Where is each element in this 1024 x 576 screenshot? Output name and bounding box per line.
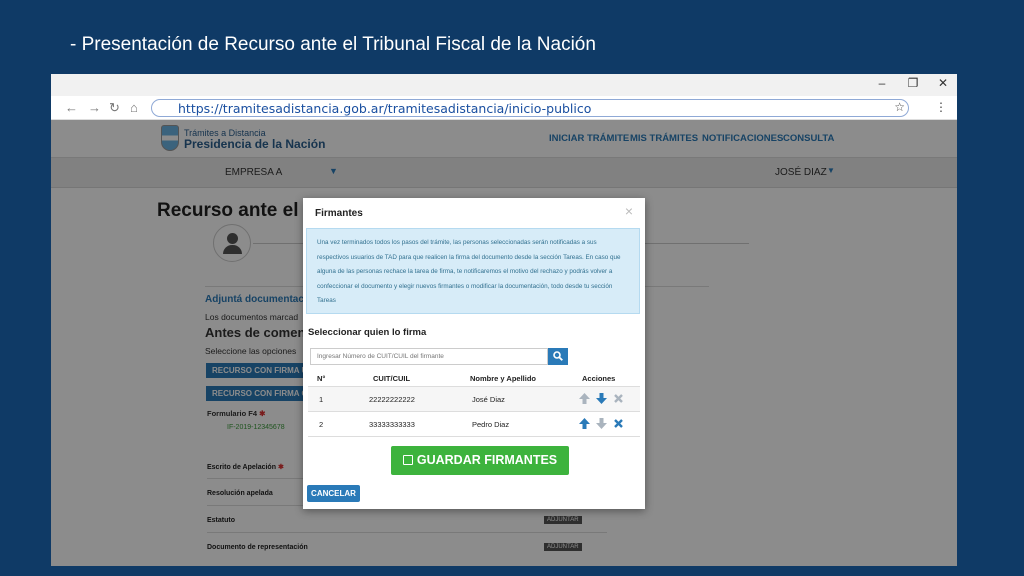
arrow-up-icon[interactable] — [578, 392, 591, 405]
web-page: Trámites a Distancia Presidencia de la N… — [51, 120, 957, 566]
row-cuit: 33333333333 — [369, 420, 415, 429]
address-bar: ← → ↻ ⌂ https://tramitesadistancia.gob.a… — [51, 96, 957, 120]
check-square-icon — [402, 455, 413, 465]
firmantes-modal: Firmantes × Una vez terminados todos los… — [303, 198, 645, 509]
row-cuit: 22222222222 — [369, 395, 415, 404]
arrow-up-icon[interactable] — [578, 417, 591, 430]
reload-icon[interactable]: ↻ — [109, 100, 120, 116]
col-actions: Acciones — [582, 374, 616, 383]
select-signer-label: Seleccionar quien lo firma — [308, 327, 427, 338]
browser-window: – ❐ ✕ ← → ↻ ⌂ https://tramitesadistancia… — [51, 74, 957, 566]
arrow-down-icon[interactable] — [595, 392, 608, 405]
restore-button[interactable]: ❐ — [902, 76, 924, 90]
search-icon — [553, 351, 563, 361]
row-number: 2 — [319, 420, 324, 429]
cuit-search-input[interactable] — [310, 348, 548, 365]
col-number: N° — [317, 374, 326, 383]
slide-title: - Presentación de Recurso ante el Tribun… — [70, 34, 596, 55]
close-icon[interactable]: × — [625, 203, 633, 219]
save-label: GUARDAR FIRMANTES — [416, 453, 558, 467]
row-number: 1 — [319, 395, 324, 404]
row-name: Pedro Diaz — [472, 420, 510, 429]
arrow-down-icon[interactable] — [595, 417, 608, 430]
forward-icon[interactable]: → — [88, 100, 101, 115]
info-alert: Una vez terminados todos los pasos del t… — [306, 228, 640, 314]
minimize-button[interactable]: – — [871, 76, 893, 90]
back-icon[interactable]: ← — [65, 100, 78, 115]
modal-title: Firmantes — [315, 208, 363, 219]
window-titlebar: – ❐ ✕ — [51, 74, 957, 96]
home-icon[interactable]: ⌂ — [130, 100, 138, 115]
url-text: https://tramitesadistancia.gob.ar/tramit… — [178, 101, 592, 116]
row-name: José Diaz — [472, 395, 505, 404]
bookmark-star-icon[interactable]: ☆ — [894, 100, 905, 114]
close-window-button[interactable]: ✕ — [932, 76, 954, 90]
remove-icon[interactable] — [612, 417, 625, 430]
url-field[interactable]: https://tramitesadistancia.gob.ar/tramit… — [151, 99, 909, 117]
cancel-button[interactable]: CANCELAR — [307, 485, 360, 502]
col-name: Nombre y Apellido — [470, 374, 536, 383]
table-row: 1 22222222222 José Diaz — [308, 387, 640, 412]
table-row: 2 33333333333 Pedro Diaz — [308, 412, 640, 437]
search-button[interactable] — [548, 348, 568, 365]
browser-menu-icon[interactable]: ⋮ — [935, 100, 947, 114]
col-cuit: CUIT/CUIL — [373, 374, 411, 383]
save-signers-button[interactable]: GUARDAR FIRMANTES — [391, 446, 569, 475]
remove-icon[interactable] — [612, 392, 625, 405]
